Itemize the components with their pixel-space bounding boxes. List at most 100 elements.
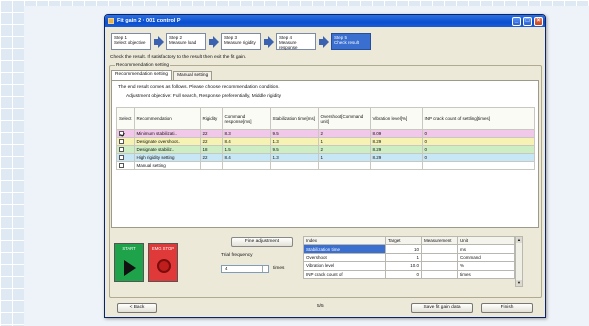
back-button[interactable]: < Back <box>117 303 157 313</box>
column-header: Index <box>303 235 386 246</box>
table-cell-over: 2 <box>317 145 371 154</box>
column-header: Vibration level[%] <box>369 107 423 130</box>
maximize-icon[interactable]: □ <box>523 16 532 26</box>
trial-frequency-value: 4 <box>225 266 228 271</box>
index-row[interactable]: INP crack count of 0 times <box>303 269 515 279</box>
select-checkbox[interactable] <box>119 147 124 153</box>
scroll-up-icon[interactable]: ▲ <box>516 237 522 243</box>
index-cell-unit: ms <box>457 244 515 254</box>
index-row[interactable]: Vibration level 10.0% <box>303 261 515 271</box>
table-cell-stab <box>269 161 319 170</box>
table-cell-name: Designate overshoot.. <box>133 137 201 146</box>
table-cell-rigidity: 18 <box>199 145 223 154</box>
tab-recommendation-setting[interactable]: Recommendation setting <box>111 70 173 80</box>
table-cell-inp: 0 <box>421 137 536 146</box>
trial-frequency-input[interactable]: 4 <box>221 265 269 273</box>
table-row[interactable]: Designate stabiliz.. 18 1.5 9.5 2 8.29 0 <box>116 145 536 154</box>
select-checkbox[interactable] <box>119 139 124 145</box>
column-header: Recommendation <box>133 107 201 130</box>
column-header: Select <box>116 107 135 130</box>
index-cell-meas <box>421 252 458 263</box>
adjustment-objective: Adjustment objective: Full search, Respo… <box>126 94 282 99</box>
table-cell-rigidity: 22 <box>199 137 223 146</box>
table-row[interactable]: Manual setting <box>116 161 536 170</box>
table-row[interactable]: High rigidity setting 22 8.4 1.3 1 8.29 0 <box>116 153 536 162</box>
table-cell-name: High rigidity setting <box>133 153 201 162</box>
index-cell-name: Stabilization time <box>303 244 386 254</box>
start-label: START <box>122 246 136 251</box>
index-cell-meas <box>421 261 458 271</box>
step-label: Measure load <box>169 40 197 45</box>
scroll-down-icon[interactable]: ▼ <box>516 280 522 286</box>
column-header: Target <box>385 235 422 246</box>
step-2: Step 2 Measure load <box>166 33 206 50</box>
table-row[interactable]: Designate overshoot.. 22 8.4 1.3 1 8.29 0 <box>116 137 536 146</box>
index-row[interactable]: Stabilization time 10 ms <box>303 244 515 254</box>
stop-icon <box>157 259 171 273</box>
table-cell-rigidity: 22 <box>199 153 223 162</box>
arrow-right-icon <box>209 35 219 48</box>
select-cell <box>116 153 135 162</box>
select-cell <box>116 129 135 138</box>
table-cell-inp: 0 <box>421 145 536 154</box>
select-cell <box>116 145 135 154</box>
save-fit-gain-button[interactable]: Save fit gain data <box>411 303 473 313</box>
index-cell-meas <box>421 244 458 254</box>
column-header: Measurement <box>421 235 458 246</box>
footer-bar: < Back 5/5 Save fit gain data Finish <box>109 301 542 315</box>
index-cell-target: 1 <box>385 252 422 263</box>
stop-label: EMG STOP <box>151 246 175 251</box>
table-cell-cmd: 8.4 <box>221 137 271 146</box>
step-5: Step 5 Check result <box>331 33 371 50</box>
step-label: Check result <box>334 40 360 45</box>
table-cell-vib: 8.29 <box>369 153 423 162</box>
start-button[interactable]: START <box>114 243 144 282</box>
arrow-right-icon <box>319 35 329 48</box>
select-checkbox[interactable] <box>119 163 124 169</box>
recommendation-table: Select Recommendation Rigidity Command r… <box>116 107 536 170</box>
index-cell-unit: Command <box>457 252 515 263</box>
table-cell-inp <box>421 161 536 170</box>
select-cell <box>116 161 135 170</box>
close-icon[interactable]: × <box>534 16 543 26</box>
index-cell-target: 0 <box>385 269 422 279</box>
tab-manual-setting[interactable]: Manual setting <box>173 71 213 80</box>
finish-button[interactable]: Finish <box>481 303 533 313</box>
step-label: Measure response <box>279 40 298 50</box>
column-header: Unit <box>457 235 515 246</box>
emergency-stop-button[interactable]: EMG STOP <box>148 243 178 282</box>
table-cell-name: Minimum stabilizati.. <box>133 129 201 138</box>
table-cell-inp: 0 <box>421 129 536 138</box>
table-cell-over: 2 <box>317 129 371 138</box>
index-cell-name: INP crack count of <box>303 269 386 279</box>
index-cell-name: Overshoot <box>303 252 386 263</box>
step-4: Step 4 Measure response <box>276 33 316 50</box>
table-cell-vib: 8.29 <box>369 145 423 154</box>
fine-adjustment-button[interactable]: Fine adjustment <box>231 237 293 247</box>
table-cell-vib: 8.29 <box>369 137 423 146</box>
table-cell-over: 1 <box>317 153 371 162</box>
background-stage: Fit gain 2 · 001 control P _ □ × Step 1S… <box>24 6 589 326</box>
table-cell-stab: 1.3 <box>269 153 319 162</box>
index-cell-name: Vibration level <box>303 261 386 271</box>
instruction-text: Check the result. If satisfactory to the… <box>110 55 247 60</box>
play-icon <box>124 260 136 276</box>
index-scrollbar[interactable]: ▲ ▼ <box>515 236 523 287</box>
select-checkbox[interactable] <box>119 155 124 161</box>
select-checkbox[interactable] <box>119 131 124 137</box>
group-title: Recommendation setting <box>115 63 171 68</box>
spinner-icon[interactable] <box>262 266 268 272</box>
minimize-icon[interactable]: _ <box>512 16 521 26</box>
window-title: Fit gain 2 · 001 control P <box>117 18 181 24</box>
index-cell-target: 10 <box>385 244 422 254</box>
table-cell-over: 1 <box>317 137 371 146</box>
table-cell-cmd: 8.3 <box>221 129 271 138</box>
title-bar: Fit gain 2 · 001 control P _ □ × <box>105 15 545 27</box>
index-cell-target: 10.0 <box>385 261 422 271</box>
step-1: Step 1 Select objective <box>111 33 151 50</box>
table-row[interactable]: Minimum stabilizati.. 22 8.3 9.5 2 8.09 0 <box>116 129 536 138</box>
times-label: times <box>273 266 285 271</box>
table-cell-rigidity: 22 <box>199 129 223 138</box>
arrow-right-icon <box>264 35 274 48</box>
index-row[interactable]: Overshoot 1 Command <box>303 252 515 263</box>
